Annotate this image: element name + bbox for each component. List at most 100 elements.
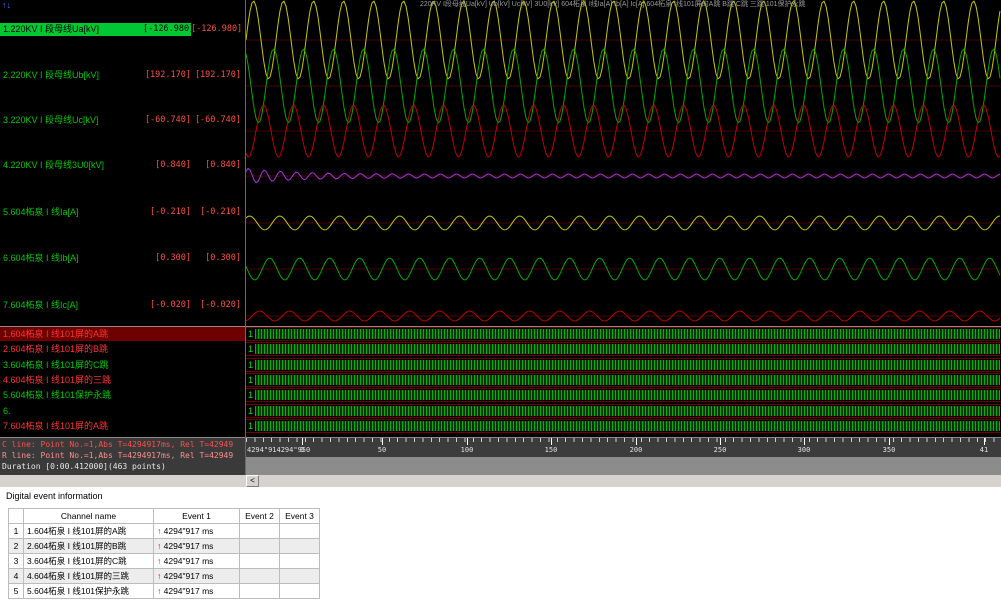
axis-tick-label: 350 [883, 446, 896, 454]
digital-channel-label[interactable]: 4.604柘泉 I 线101屏的三跳 [0, 373, 245, 387]
analog-instant-value: [0.300] [143, 252, 191, 265]
event-channel-name: 2.604柘泉 I 线101屏的B跳 [24, 539, 154, 554]
analog-instant-value: [-126.980] [143, 23, 191, 36]
digital-channel-label[interactable]: 3.604柘泉 I 线101屏的C跳 [0, 358, 245, 372]
digital-channel-trace: 1 [246, 327, 1001, 341]
axis-tick-label: 50 [378, 446, 386, 454]
analog-channel-row[interactable]: 6.604柘泉 I 线Ib[A][0.300][0.300] [0, 252, 245, 265]
digital-channel-label[interactable]: 7.604柘泉 I 线101屏的A跳 [0, 419, 245, 433]
digital-high-band [255, 329, 1000, 339]
cursor-status-panel: C line: Point No.=1,Abs T=4294917ms, Rel… [0, 437, 245, 475]
axis-major-tick [889, 438, 890, 445]
event-row[interactable]: 55.604柘泉 I 线101保护永跳↑ 4294"917 ms [9, 584, 320, 599]
axis-tick-label: 150 [545, 446, 558, 454]
analog-channel-row[interactable]: 4.220KV I 段母线3U0[kV][0.840][0.840] [0, 159, 245, 172]
event1-time: 4294"917 ms [161, 556, 213, 566]
waveform-canvas [246, 0, 1001, 326]
event2-cell [240, 539, 280, 554]
digital-channel-label[interactable]: 6. [0, 404, 245, 418]
axis-tick-label: 41 [980, 446, 988, 454]
digital-channel-label[interactable]: 2.604柘泉 I 线101屏的B跳 [0, 342, 245, 356]
event1-time: 4294"917 ms [161, 526, 213, 536]
digital-state-value: 1 [248, 374, 253, 386]
axis-major-tick [720, 438, 721, 445]
time-axis: 4294"914294"95005010015020025030035041 [246, 437, 1001, 457]
r-line-status: R line: Point No.=1,Abs T=4294917ms, Rel… [2, 450, 243, 461]
event3-cell [280, 554, 320, 569]
event-row[interactable]: 22.604柘泉 I 线101屏的B跳↑ 4294"917 ms [9, 539, 320, 554]
event-table-header [9, 509, 24, 524]
digital-state-value: 1 [248, 328, 253, 340]
event1-cell: ↑ 4294"917 ms [154, 539, 240, 554]
axis-minor-ticks [246, 438, 1001, 442]
event-channel-name: 1.604柘泉 I 线101屏的A跳 [24, 524, 154, 539]
event-row-number: 4 [9, 569, 24, 584]
digital-high-band [255, 390, 1000, 400]
event3-cell [280, 539, 320, 554]
event1-time: 4294"917 ms [161, 586, 213, 596]
event-row[interactable]: 11.604柘泉 I 线101屏的A跳↑ 4294"917 ms [9, 524, 320, 539]
event-info-section: Digital event information Channel nameEv… [0, 487, 1001, 605]
digital-channel-trace: 1 [246, 388, 1001, 402]
axis-major-tick [382, 438, 383, 445]
record-title: 220KV I段母线Ua[kV] Ub[kV] Uc[kV] 3U0[kV] 6… [420, 0, 1001, 9]
event3-cell [280, 569, 320, 584]
analog-instant-value: [-0.020] [143, 299, 191, 312]
digital-trace-area[interactable]: 1111111 [246, 327, 1001, 437]
event-channel-name: 3.604柘泉 I 线101屏的C跳 [24, 554, 154, 569]
event1-cell: ↑ 4294"917 ms [154, 524, 240, 539]
analog-channel-row[interactable]: 1.220KV I 段母线Ua[kV][-126.980][-126.980] [0, 23, 245, 36]
axis-tick-label: 200 [630, 446, 643, 454]
digital-state-value: 1 [248, 389, 253, 401]
analog-reference-value: [-60.740] [191, 114, 245, 127]
analog-digital-divider [0, 326, 1001, 327]
analog-reference-value: [-126.980] [191, 23, 245, 36]
analog-channel-label: 2.220KV I 段母线Ub[kV] [0, 69, 143, 82]
section-title: Digital event information [6, 491, 103, 501]
axis-major-tick [804, 438, 805, 445]
analog-reference-value: [192.170] [191, 69, 245, 82]
oscillograph-window: ↑↓ 1.220KV I 段母线Ua[kV][-126.980][-126.98… [0, 0, 1001, 605]
analog-channel-label: 4.220KV I 段母线3U0[kV] [0, 159, 143, 172]
analog-reference-value: [0.300] [191, 252, 245, 265]
event-channel-name: 4.604柘泉 I 线101屏的三跳 [24, 569, 154, 584]
analog-channel-row[interactable]: 3.220KV I 段母线Uc[kV][-60.740][-60.740] [0, 114, 245, 127]
event-row[interactable]: 33.604柘泉 I 线101屏的C跳↑ 4294"917 ms [9, 554, 320, 569]
event2-cell [240, 554, 280, 569]
analog-reference-value: [0.840] [191, 159, 245, 172]
digital-high-band [255, 360, 1000, 370]
axis-tick-label: 250 [714, 446, 727, 454]
event-table-header: Event 1 [154, 509, 240, 524]
analog-channel-label: 1.220KV I 段母线Ua[kV] [0, 23, 143, 36]
event-table-header: Channel name [24, 509, 154, 524]
analog-channel-label: 5.604柘泉 I 线Ia[A] [0, 206, 143, 219]
axis-major-tick [551, 438, 552, 445]
digital-channel-trace: 1 [246, 404, 1001, 418]
event1-cell: ↑ 4294"917 ms [154, 554, 240, 569]
event-channel-name: 5.604柘泉 I 线101保护永跳 [24, 584, 154, 599]
analog-channel-row[interactable]: 2.220KV I 段母线Ub[kV][192.170][192.170] [0, 69, 245, 82]
event2-cell [240, 569, 280, 584]
panel-divider[interactable] [245, 0, 246, 475]
event-table: Channel nameEvent 1Event 2Event 311.604柘… [8, 508, 320, 599]
waveform-plot-area[interactable]: 220KV I段母线Ua[kV] Ub[kV] Uc[kV] 3U0[kV] 6… [246, 0, 1001, 326]
analog-channel-label: 6.604柘泉 I 线Ib[A] [0, 252, 143, 265]
digital-channel-label[interactable]: 5.604柘泉 I 线101保护永跳 [0, 388, 245, 402]
event-table-header: Event 3 [280, 509, 320, 524]
analog-channel-label: 3.220KV I 段母线Uc[kV] [0, 114, 143, 127]
horizontal-scrollbar[interactable]: < [0, 475, 1001, 487]
event-row[interactable]: 44.604柘泉 I 线101屏的三跳↑ 4294"917 ms [9, 569, 320, 584]
axis-tick-label: 300 [798, 446, 811, 454]
analog-channel-row[interactable]: 5.604柘泉 I 线Ia[A][-0.210][-0.210] [0, 206, 245, 219]
digital-channel-label[interactable]: 1.604柘泉 I 线101屏的A跳 [0, 327, 245, 341]
c-line-status: C line: Point No.=1,Abs T=4294917ms, Rel… [2, 439, 243, 450]
digital-channel-trace: 1 [246, 419, 1001, 433]
scroll-left-button[interactable]: < [246, 475, 259, 487]
analog-reference-value: [-0.210] [191, 206, 245, 219]
event-row-number: 1 [9, 524, 24, 539]
event-row-number: 5 [9, 584, 24, 599]
duration-status: Duration [0:00.412000](463 points) [2, 461, 243, 472]
analog-channel-row[interactable]: 7.604柘泉 I 线Ic[A][-0.020][-0.020] [0, 299, 245, 312]
event2-cell [240, 524, 280, 539]
sort-arrows-icon[interactable]: ↑↓ [2, 0, 24, 10]
